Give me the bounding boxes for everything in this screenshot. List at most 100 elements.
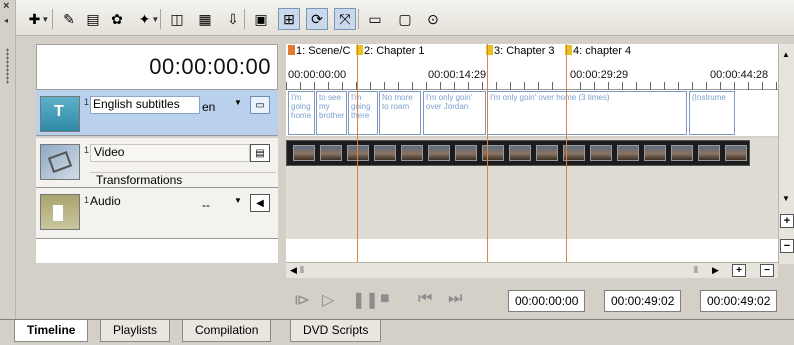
chevron-down-icon[interactable]: ▼ bbox=[234, 196, 242, 205]
scale-icon[interactable]: ⤧ bbox=[334, 8, 356, 30]
play-loop-icon[interactable]: ⧐ bbox=[294, 290, 310, 310]
track-name-field[interactable]: English subtitles bbox=[90, 96, 200, 114]
video-frame-thumbnail bbox=[536, 145, 558, 161]
video-frame-thumbnail bbox=[428, 145, 450, 161]
tab-playlists[interactable]: Playlists bbox=[100, 320, 171, 342]
empty-lane bbox=[286, 239, 778, 263]
video-track-icon: 1 bbox=[40, 144, 89, 180]
chapter-marker[interactable]: 3: Chapter 3 bbox=[486, 45, 555, 57]
ripple-icon[interactable]: ⟳ bbox=[306, 8, 328, 30]
track-number: 1 bbox=[83, 145, 89, 155]
video-clip[interactable] bbox=[286, 140, 750, 166]
close-icon[interactable]: × bbox=[3, 0, 9, 12]
scroll-right-icon[interactable]: ▶ bbox=[712, 265, 719, 276]
zoom-out-icon[interactable]: − bbox=[780, 239, 794, 253]
video-frame-thumbnail bbox=[320, 145, 342, 161]
ruler-time-label: 00:00:44:28 bbox=[710, 69, 769, 81]
video-frame-thumbnail bbox=[509, 145, 531, 161]
drag-handle-icon[interactable] bbox=[6, 48, 9, 84]
chevron-down-icon[interactable]: ▼ bbox=[41, 15, 49, 24]
tab-dvd-scripts[interactable]: DVD Scripts bbox=[290, 320, 382, 342]
chapter-marker[interactable]: 1: Scene/C bbox=[288, 45, 350, 57]
split-icon[interactable]: ◫ bbox=[166, 8, 188, 30]
next-icon[interactable]: ⏭ bbox=[448, 290, 462, 308]
audio-lane[interactable] bbox=[286, 188, 778, 239]
snapshot-icon[interactable]: ▦ bbox=[194, 8, 216, 30]
volume-selector[interactable]: -- bbox=[202, 198, 210, 212]
play-icon[interactable]: ▷ bbox=[322, 290, 334, 310]
subtitle-settings-icon[interactable]: ▭ bbox=[250, 96, 270, 114]
pause-icon[interactable]: ❚❚ bbox=[352, 290, 379, 310]
track-name-field[interactable]: Audio bbox=[90, 194, 121, 208]
subtitle-clip[interactable]: I'm only goin' over home (3 times) bbox=[487, 91, 687, 135]
current-time-field[interactable]: 00:00:00:00 bbox=[508, 290, 586, 312]
scroll-left-icon[interactable]: ◀ bbox=[290, 265, 297, 276]
subtitle-icon[interactable]: ✎ bbox=[58, 8, 80, 30]
transport-controls: 00:00:00:00 00:00:49:02 00:00:49:02 ⧐ ▷ ❚❚… bbox=[286, 280, 794, 318]
chapter-line bbox=[357, 44, 358, 263]
track-number: 1 bbox=[83, 97, 89, 107]
chevron-down-icon[interactable]: ▼ bbox=[151, 15, 159, 24]
subtitle-clip[interactable]: to see my brother bbox=[316, 91, 347, 135]
panel-grip[interactable]: × ◂ bbox=[0, 0, 16, 319]
track-header-audio[interactable]: 1 Audio -- ▼ ◀ bbox=[36, 188, 278, 239]
chapter-marker[interactable]: 2: Chapter 1 bbox=[356, 45, 425, 57]
subtitle-clip[interactable]: I'm going there bbox=[348, 91, 378, 135]
stop-icon[interactable]: ■ bbox=[380, 290, 390, 308]
scroll-up-icon[interactable]: ▲ bbox=[782, 50, 790, 59]
subtitle-clip[interactable]: I'm going home bbox=[288, 91, 315, 135]
collapse-arrow-icon[interactable]: ◂ bbox=[4, 16, 8, 25]
layout-icon[interactable]: ▭ bbox=[364, 8, 386, 30]
speaker-icon[interactable]: ◀ bbox=[250, 194, 270, 212]
toolbar-separator bbox=[358, 9, 359, 29]
video-frame-thumbnail bbox=[725, 145, 747, 161]
add-icon[interactable]: ✚ ▼ bbox=[24, 8, 54, 30]
settings-icon[interactable]: ⊙ bbox=[422, 8, 444, 30]
track-name-field[interactable]: Video bbox=[90, 144, 250, 162]
empty-track-area bbox=[36, 239, 278, 263]
total-time-field[interactable]: 00:00:49:02 bbox=[700, 290, 778, 312]
language-selector[interactable]: en bbox=[202, 100, 215, 114]
prev-icon[interactable]: ⏮ bbox=[418, 290, 432, 308]
duration-field[interactable]: 00:00:49:02 bbox=[604, 290, 682, 312]
scroll-thumb[interactable]: ⦀ bbox=[300, 265, 304, 276]
chapter-line bbox=[487, 44, 488, 263]
track-header-subtitles[interactable]: T 1 English subtitles en ▼ ▭ bbox=[36, 90, 278, 136]
timeline-ruler[interactable]: 1: Scene/C 2: Chapter 1 3: Chapter 3 4: … bbox=[286, 44, 778, 90]
scroll-down-icon[interactable]: ▼ bbox=[782, 194, 790, 203]
preview-icon[interactable]: ▢ bbox=[394, 8, 416, 30]
tab-compilation[interactable]: Compilation bbox=[182, 320, 272, 342]
subtitle-clip[interactable]: (Instrume bbox=[689, 91, 735, 135]
chapter-icon[interactable]: ✿ bbox=[106, 8, 128, 30]
import-icon[interactable]: ⇩ bbox=[222, 8, 244, 30]
chevron-down-icon[interactable]: ▼ bbox=[234, 98, 242, 107]
video-lane[interactable] bbox=[286, 138, 778, 188]
horizontal-scrollbar[interactable]: ◀ ⦀ ⦀ ▶ + − bbox=[286, 262, 778, 278]
video-frame-thumbnail bbox=[347, 145, 369, 161]
snap-icon[interactable]: ⊞ bbox=[278, 8, 300, 30]
toolbar-separator bbox=[52, 9, 53, 29]
transformations-row[interactable]: Transformations bbox=[90, 172, 276, 188]
chapter-marker[interactable]: 4: chapter 4 bbox=[565, 45, 631, 57]
timecode-text: 00:00:00:00 bbox=[149, 54, 271, 79]
zoom-out-icon[interactable]: − bbox=[760, 264, 774, 277]
bottom-tabs: Timeline Playlists Compilation DVD Scrip… bbox=[0, 319, 794, 345]
video-frame-thumbnail bbox=[293, 145, 315, 161]
zoom-in-icon[interactable]: + bbox=[780, 214, 794, 228]
film-icon[interactable]: ▤ bbox=[250, 144, 270, 162]
tab-timeline[interactable]: Timeline bbox=[14, 320, 89, 342]
vertical-scrollbar[interactable]: ▲ ▼ + − bbox=[778, 44, 794, 264]
folder-icon[interactable]: ▤ bbox=[82, 8, 104, 30]
scroll-thumb-end[interactable]: ⦀ bbox=[694, 265, 698, 276]
video-frame-thumbnail bbox=[671, 145, 693, 161]
ruler-time-label: 00:00:29:29 bbox=[570, 69, 629, 81]
flag-icon bbox=[288, 45, 295, 55]
ruler-ticks bbox=[286, 82, 778, 90]
track-header-video[interactable]: 1 Video ▤ Transformations bbox=[36, 138, 278, 188]
zoom-in-icon[interactable]: + bbox=[732, 264, 746, 277]
subtitle-lane[interactable]: I'm going home to see my brother I'm goi… bbox=[286, 90, 778, 136]
subtitle-clip[interactable]: I'm only goin' over Jordan bbox=[423, 91, 486, 135]
subtitle-clip[interactable]: No more to roam bbox=[379, 91, 421, 135]
video-frame-thumbnail bbox=[590, 145, 612, 161]
export-icon[interactable]: ▣ bbox=[250, 8, 272, 30]
